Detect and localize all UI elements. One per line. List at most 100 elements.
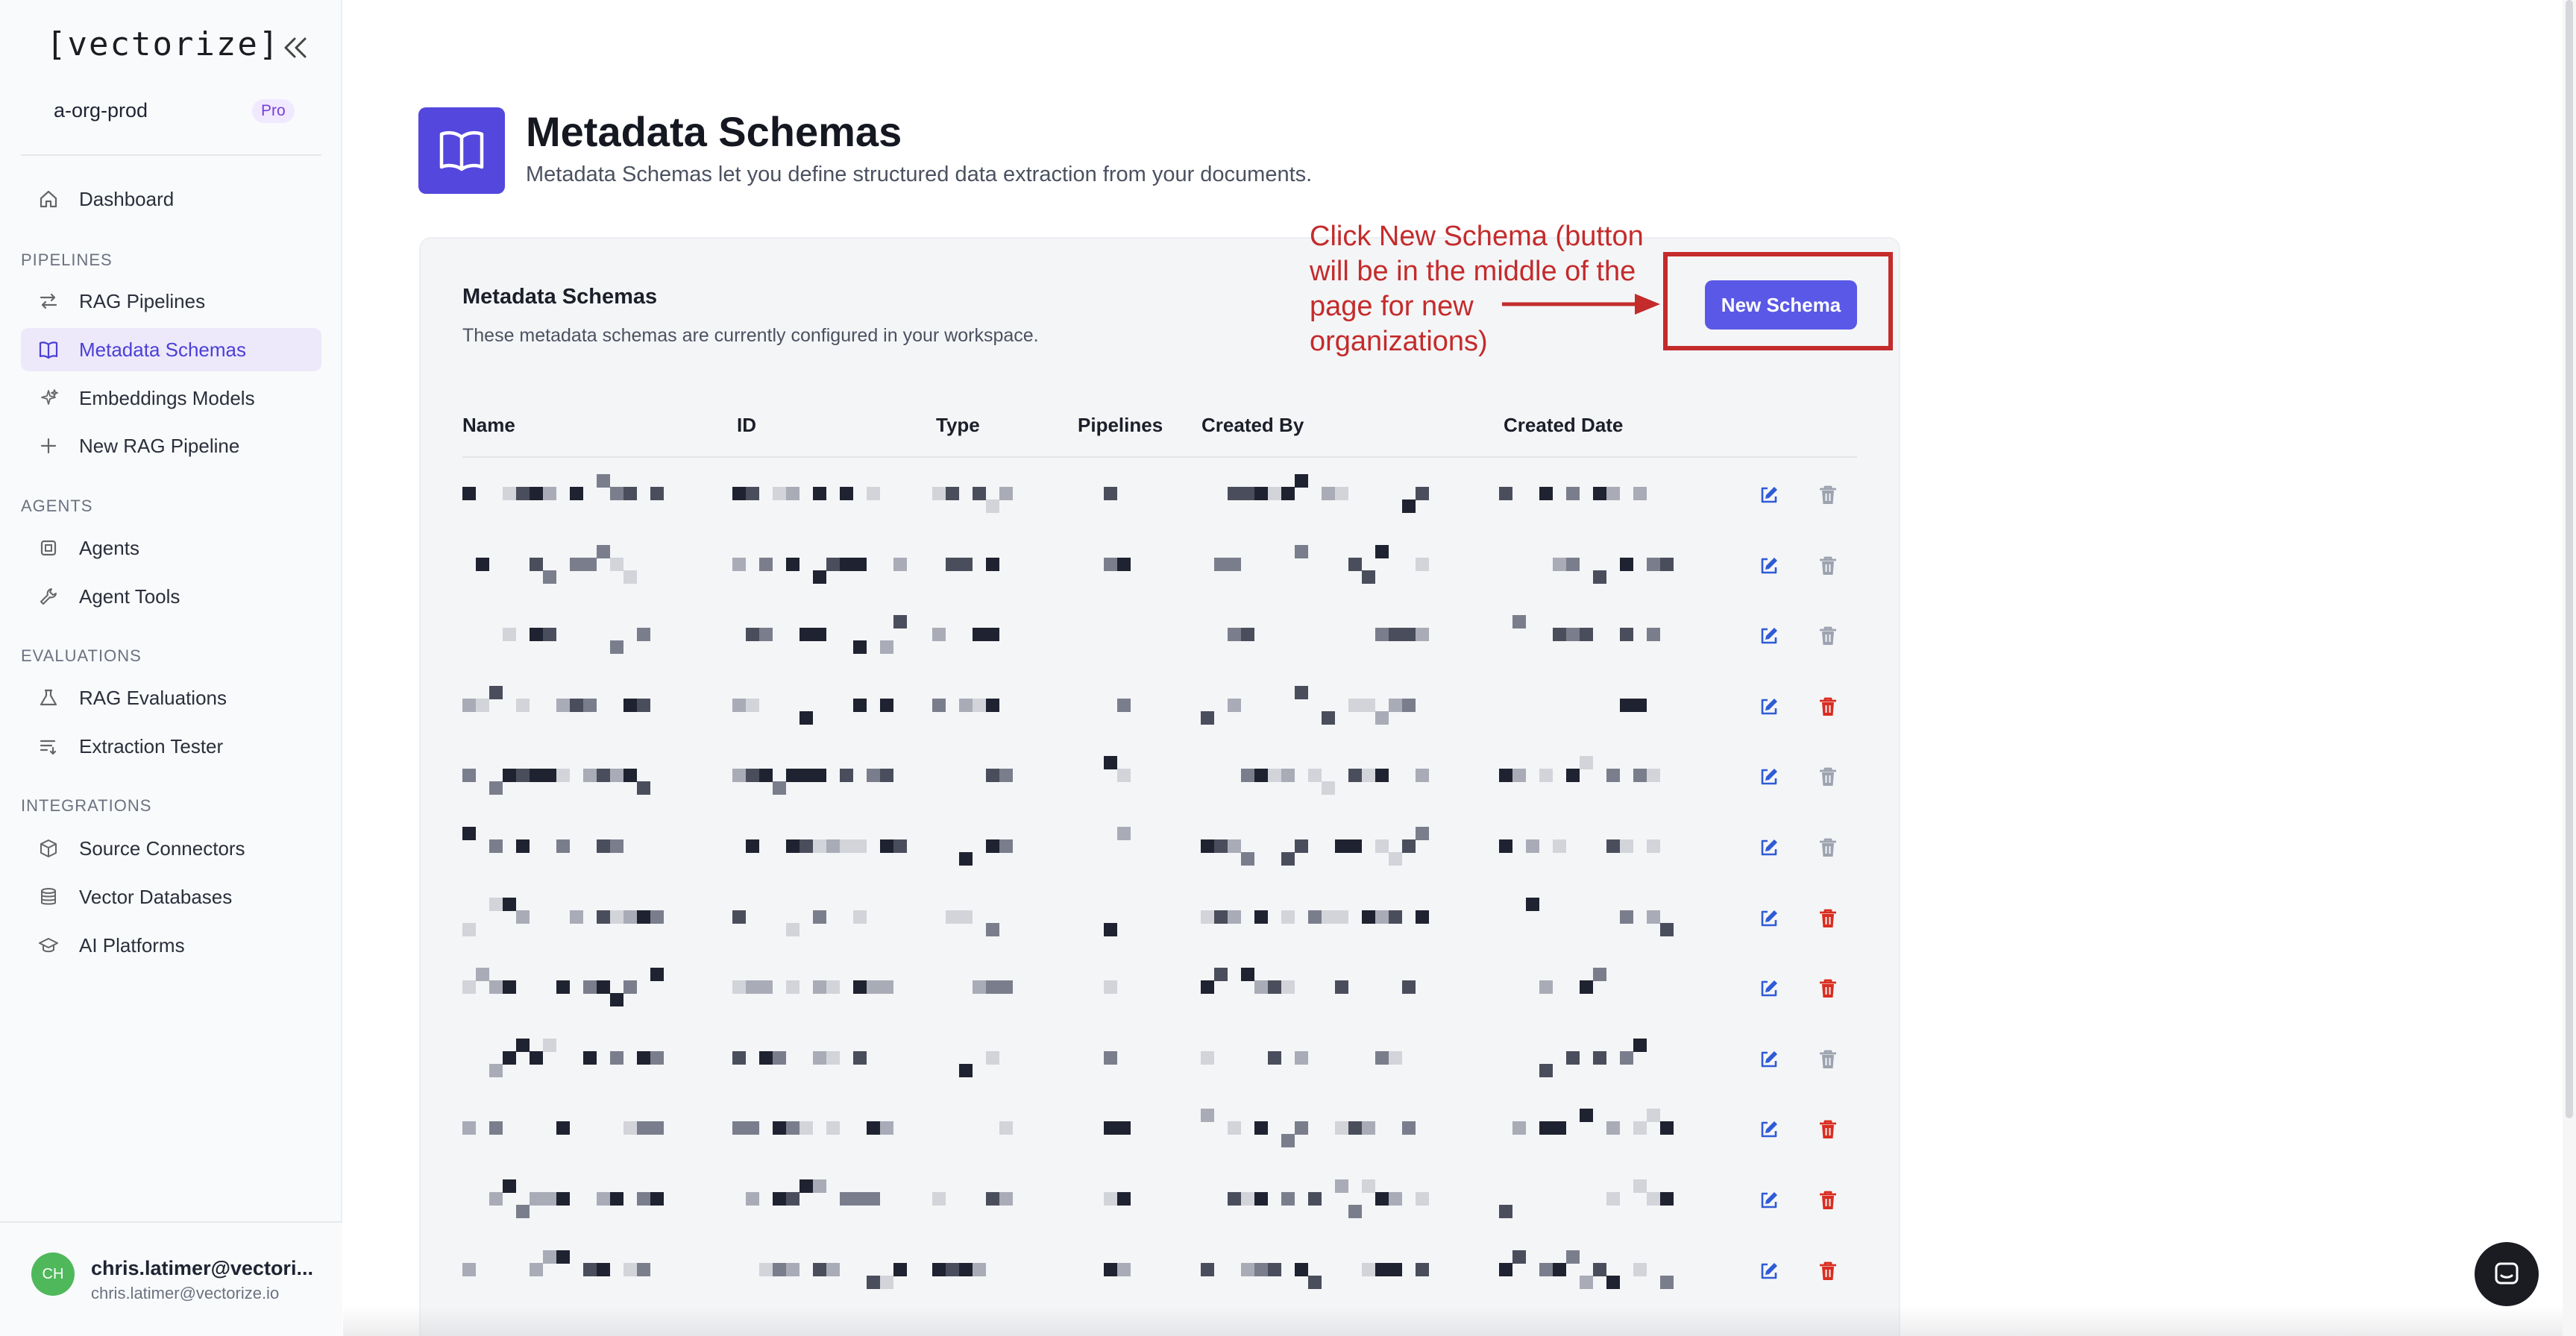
flask-icon <box>37 687 60 709</box>
sidebar-item-agents[interactable]: Agents <box>21 526 321 570</box>
org-name[interactable]: a-org-prod <box>54 99 148 122</box>
sidebar-item-label: Agents <box>79 536 139 559</box>
table-row[interactable] <box>462 1165 1857 1235</box>
cell-created-date-redacted <box>1499 690 1678 720</box>
delete-icon[interactable] <box>1815 552 1841 579</box>
table-row[interactable] <box>462 671 1857 741</box>
sidebar-divider <box>21 154 321 156</box>
cell-id-redacted <box>732 902 911 936</box>
sidebar-item-rag-evaluations[interactable]: RAG Evaluations <box>21 676 321 719</box>
cell-name-redacted <box>462 968 671 1007</box>
table-row[interactable] <box>462 530 1857 600</box>
delete-icon[interactable] <box>1815 905 1841 932</box>
cell-created-by-redacted <box>1201 1179 1439 1218</box>
delete-icon[interactable] <box>1815 834 1841 861</box>
cell-id-redacted <box>732 1043 911 1073</box>
sidebar-item-label: Source Connectors <box>79 836 245 860</box>
table-row[interactable] <box>462 600 1857 670</box>
home-icon <box>37 188 60 210</box>
sidebar-item-embeddings-models[interactable]: Embeddings Models <box>21 376 321 420</box>
cell-created-by-redacted <box>1201 902 1439 932</box>
cell-pipelines-redacted <box>1104 1113 1134 1143</box>
user-menu[interactable]: CH chris.latimer@vectori... chris.latime… <box>0 1221 342 1336</box>
cell-pipelines-redacted <box>1104 827 1134 861</box>
table-row[interactable] <box>462 1094 1857 1164</box>
new-schema-button[interactable]: New Schema <box>1705 280 1857 330</box>
sidebar-item-agent-tools[interactable]: Agent Tools <box>21 575 321 618</box>
delete-icon[interactable] <box>1815 1116 1841 1143</box>
sidebar-item-vector-databases[interactable]: Vector Databases <box>21 875 321 918</box>
cell-id-redacted <box>732 760 911 795</box>
collapse-sidebar-icon[interactable] <box>280 33 310 63</box>
cell-created-date-redacted <box>1499 756 1678 790</box>
cell-id-redacted <box>732 1179 911 1214</box>
edit-icon[interactable] <box>1756 905 1782 932</box>
table-row[interactable] <box>462 741 1857 811</box>
cell-id-redacted <box>732 690 911 725</box>
edit-icon[interactable] <box>1756 1187 1782 1214</box>
table-row[interactable] <box>462 459 1857 529</box>
sidebar-item-label: Dashboard <box>79 187 175 210</box>
delete-icon[interactable] <box>1815 482 1841 508</box>
cell-pipelines-redacted <box>1104 972 1134 1002</box>
delete-icon[interactable] <box>1815 1187 1841 1214</box>
cell-name-redacted <box>462 760 671 795</box>
section-title-pipelines: PIPELINES <box>21 250 113 269</box>
edit-icon[interactable] <box>1756 623 1782 649</box>
sidebar-item-extraction-tester[interactable]: Extraction Tester <box>21 725 321 768</box>
column-header-name: Name <box>462 414 515 436</box>
table-row[interactable] <box>462 1235 1857 1305</box>
table-row[interactable] <box>462 953 1857 1023</box>
avatar: CH <box>31 1252 75 1296</box>
edit-icon[interactable] <box>1756 763 1782 790</box>
page-scrollbar-thumb[interactable] <box>2566 0 2573 1118</box>
table-row[interactable] <box>462 1024 1857 1094</box>
table-row[interactable] <box>462 883 1857 953</box>
sidebar-item-label: Agent Tools <box>79 584 180 608</box>
cell-type-redacted <box>932 1255 1014 1285</box>
cell-created-by-redacted <box>1201 685 1439 725</box>
sidebar-item-source-connectors[interactable]: Source Connectors <box>21 827 321 870</box>
brand-logo[interactable]: [vectorize] <box>46 25 280 63</box>
chat-support-button[interactable] <box>2475 1242 2539 1306</box>
cell-created-by-redacted <box>1201 620 1439 649</box>
edit-icon[interactable] <box>1756 693 1782 720</box>
delete-icon[interactable] <box>1815 1258 1841 1285</box>
edit-icon[interactable] <box>1756 1116 1782 1143</box>
edit-icon[interactable] <box>1756 1046 1782 1073</box>
sidebar-item-rag-pipelines[interactable]: RAG Pipelines <box>21 280 321 323</box>
table-row[interactable] <box>462 812 1857 882</box>
delete-icon[interactable] <box>1815 693 1841 720</box>
sidebar-item-label: Vector Databases <box>79 885 233 908</box>
column-header-created-by: Created By <box>1201 414 1304 436</box>
delete-icon[interactable] <box>1815 763 1841 790</box>
delete-icon[interactable] <box>1815 1046 1841 1073</box>
cell-pipelines-redacted <box>1104 549 1134 579</box>
cell-created-date-redacted <box>1499 968 1678 1002</box>
table-header-divider <box>462 456 1857 458</box>
edit-icon[interactable] <box>1756 482 1782 508</box>
edit-icon[interactable] <box>1756 1258 1782 1285</box>
cell-pipelines-redacted <box>1104 902 1134 936</box>
delete-icon[interactable] <box>1815 623 1841 649</box>
sidebar-item-label: Extraction Tester <box>79 734 224 757</box>
edit-icon[interactable] <box>1756 552 1782 579</box>
sidebar-item-dashboard[interactable]: Dashboard <box>21 177 321 221</box>
cell-created-date-redacted <box>1499 1109 1678 1143</box>
cell-name-redacted <box>462 685 671 720</box>
cell-created-date-redacted <box>1499 1250 1678 1289</box>
delete-icon[interactable] <box>1815 975 1841 1002</box>
cell-created-by-redacted <box>1201 1043 1439 1073</box>
cell-created-date-redacted <box>1499 831 1678 861</box>
sidebar-item-label: RAG Evaluations <box>79 686 227 709</box>
sidebar-item-new-rag-pipeline[interactable]: New RAG Pipeline <box>21 424 321 467</box>
edit-icon[interactable] <box>1756 834 1782 861</box>
bottom-fade <box>343 1306 2576 1336</box>
sidebar-item-ai-platforms[interactable]: AI Platforms <box>21 924 321 967</box>
sidebar-item-metadata-schemas[interactable]: Metadata Schemas <box>21 328 321 371</box>
cell-created-by-redacted <box>1201 544 1439 584</box>
edit-icon[interactable] <box>1756 975 1782 1002</box>
cell-created-by-redacted <box>1201 760 1439 795</box>
card-title: Metadata Schemas <box>462 285 658 309</box>
cell-type-redacted <box>932 549 1014 579</box>
